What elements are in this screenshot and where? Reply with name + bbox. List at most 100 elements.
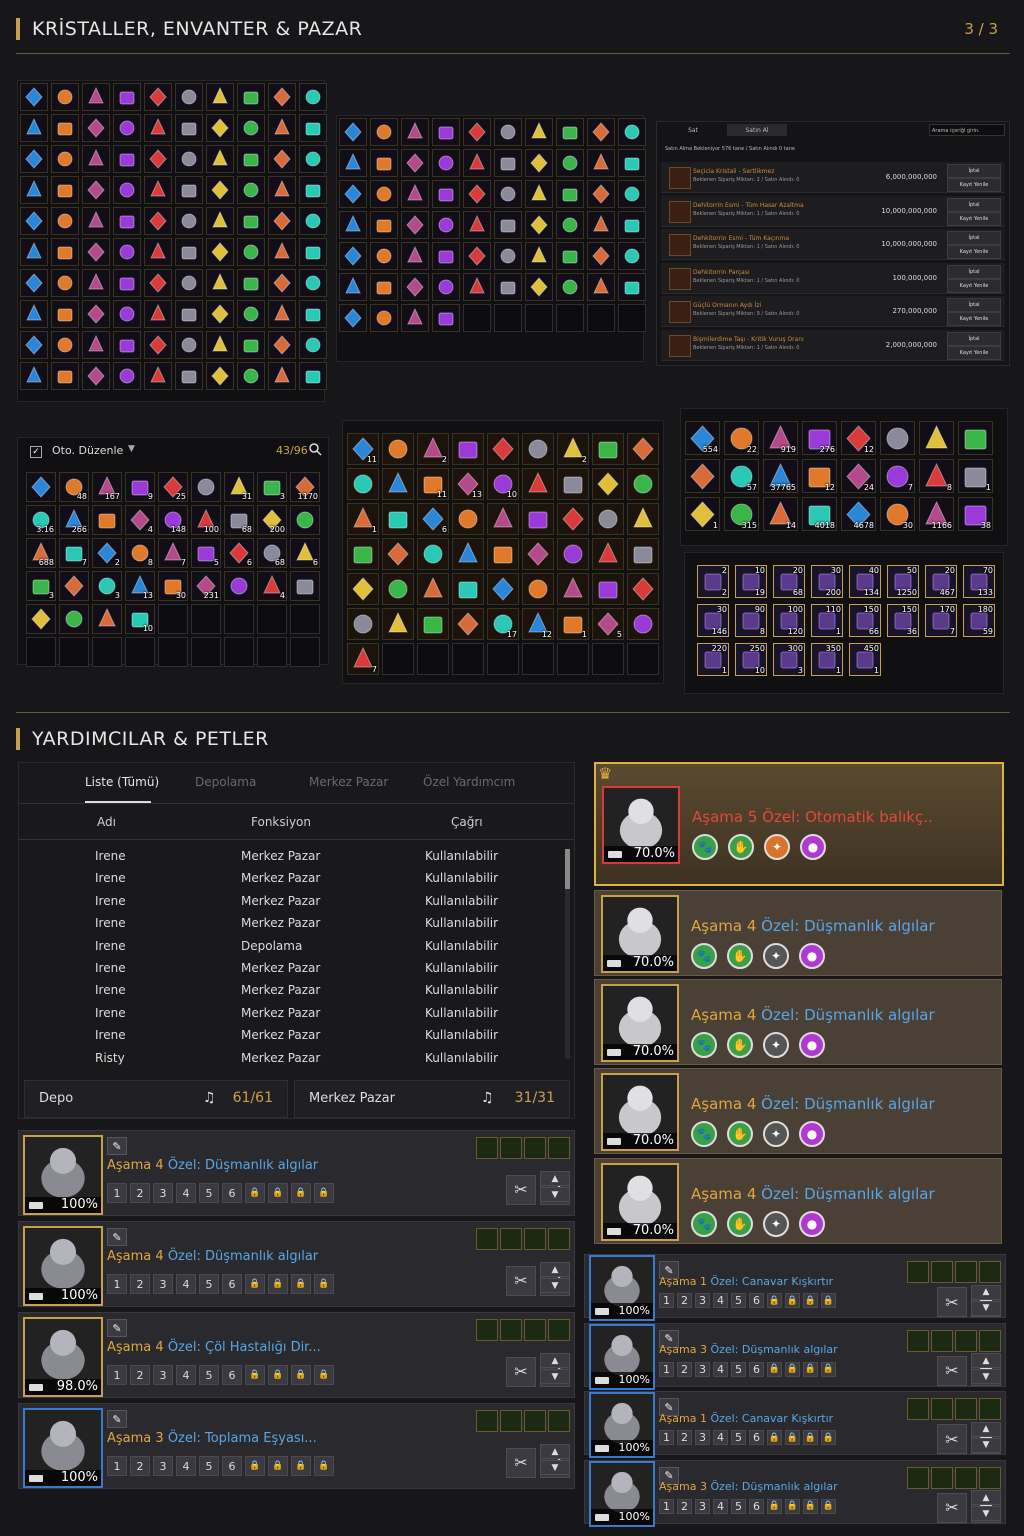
material-slot[interactable]: 22	[724, 421, 759, 455]
crystal-slot[interactable]	[268, 269, 296, 297]
pet-card[interactable]: 70.0% Aşama 4 Özel: Düşmanlık algılar 🐾 …	[594, 1158, 1002, 1244]
crystal-slot[interactable]	[51, 269, 79, 297]
crystal-slot[interactable]	[268, 114, 296, 142]
crystal-slot[interactable]	[113, 145, 141, 173]
crystal-slot[interactable]	[237, 83, 265, 111]
crystal-slot[interactable]	[370, 118, 398, 146]
crystal-slot[interactable]	[175, 83, 203, 111]
crystal-slot[interactable]	[237, 331, 265, 359]
pet-row[interactable]: 100% ✎ Aşama 1 Özel: Canavar Kışkırtır 1…	[584, 1254, 1006, 1321]
rename-pencil-icon[interactable]: ✎	[107, 1410, 127, 1428]
inventory-slot[interactable]: 148	[158, 505, 188, 535]
crystal-slot[interactable]	[268, 331, 296, 359]
crystal-slot[interactable]	[113, 114, 141, 142]
crystal-slot[interactable]	[206, 269, 234, 297]
chevron-down-icon[interactable]: ▼	[128, 444, 135, 454]
auto-sort-label[interactable]: Oto. Düzenle	[52, 444, 123, 457]
inventory-slot[interactable]: 3	[92, 571, 122, 601]
box-slot[interactable]: 11	[417, 468, 449, 500]
inventory-slot[interactable]: 68	[257, 538, 287, 568]
empty-slot[interactable]	[494, 304, 522, 332]
box-slot[interactable]	[452, 433, 484, 465]
material-slot[interactable]: 1	[958, 459, 993, 493]
inventory-slot[interactable]: 25	[158, 472, 188, 502]
crystal-slot[interactable]	[144, 114, 172, 142]
inventory-slot[interactable]: 7	[59, 538, 89, 568]
material-slot[interactable]	[919, 421, 954, 455]
crystal-slot[interactable]	[268, 238, 296, 266]
box-slot[interactable]	[487, 433, 519, 465]
inventory-slot[interactable]	[26, 472, 56, 502]
box-slot[interactable]: 5	[592, 608, 624, 640]
empty-slot[interactable]	[382, 643, 414, 675]
crystal-slot[interactable]	[113, 176, 141, 204]
seal-slot[interactable]: 450 1	[849, 643, 881, 676]
inventory-slot[interactable]: 5	[191, 538, 221, 568]
cancel-button[interactable]: İptal	[947, 264, 1001, 279]
box-slot[interactable]	[382, 468, 414, 500]
move-up-button[interactable]: ▲	[540, 1444, 570, 1460]
material-slot[interactable]: 12	[841, 421, 876, 455]
box-slot[interactable]: 7	[347, 643, 379, 675]
cancel-button[interactable]: İptal	[947, 164, 1001, 178]
material-slot[interactable]: 38	[958, 497, 993, 531]
crystal-slot[interactable]	[299, 114, 327, 142]
inventory-slot[interactable]	[92, 604, 122, 634]
empty-slot[interactable]	[587, 304, 615, 332]
inventory-slot[interactable]: 10	[125, 604, 155, 634]
crystal-slot[interactable]	[618, 149, 646, 177]
tab-sell[interactable]: Sat	[665, 124, 721, 136]
box-slot[interactable]	[417, 608, 449, 640]
pet-portrait[interactable]: 70.0%	[601, 1073, 679, 1151]
box-slot[interactable]	[347, 608, 379, 640]
crystal-slot[interactable]	[113, 362, 141, 390]
crystal-slot[interactable]	[113, 207, 141, 235]
inventory-slot[interactable]: 68	[224, 505, 254, 535]
crystal-slot[interactable]	[144, 331, 172, 359]
crystal-slot[interactable]	[339, 242, 367, 270]
crystal-slot[interactable]	[618, 118, 646, 146]
box-slot[interactable]	[417, 538, 449, 570]
crystal-slot[interactable]	[432, 273, 460, 301]
box-slot[interactable]	[452, 538, 484, 570]
box-slot[interactable]	[452, 573, 484, 605]
crystal-slot[interactable]	[432, 211, 460, 239]
pet-row[interactable]: 100% ✎ Aşama 1 Özel: Canavar Kışkırtır 1…	[584, 1391, 1006, 1458]
crystal-slot[interactable]	[618, 273, 646, 301]
crystal-slot[interactable]	[463, 149, 491, 177]
crystal-slot[interactable]	[370, 211, 398, 239]
crystal-slot[interactable]	[494, 242, 522, 270]
pet-row[interactable]: 100% ✎ Aşama 4 Özel: Düşmanlık algılar 1…	[18, 1221, 575, 1307]
move-down-button[interactable]: ▼	[540, 1278, 570, 1294]
inventory-slot[interactable]: 31	[224, 472, 254, 502]
pet-portrait[interactable]: 70.0%	[601, 1163, 679, 1241]
crystal-slot[interactable]	[587, 211, 615, 239]
move-down-button[interactable]: ▼	[971, 1506, 1001, 1522]
inventory-slot[interactable]: 9	[125, 472, 155, 502]
cancel-button[interactable]: İptal	[947, 197, 1001, 212]
inventory-slot[interactable]: 231	[191, 571, 221, 601]
box-slot[interactable]	[592, 538, 624, 570]
search-icon[interactable]	[308, 442, 322, 459]
pet-portrait[interactable]: 100%	[23, 1135, 103, 1215]
crystal-slot[interactable]	[618, 180, 646, 208]
move-up-button[interactable]: ▲	[540, 1171, 570, 1187]
box-slot[interactable]	[522, 503, 554, 535]
empty-slot[interactable]	[556, 304, 584, 332]
crystal-slot[interactable]	[401, 180, 429, 208]
crystal-slot[interactable]	[268, 300, 296, 328]
crystal-slot[interactable]	[401, 211, 429, 239]
crystal-slot[interactable]	[144, 207, 172, 235]
crystal-slot[interactable]	[113, 269, 141, 297]
crystal-slot[interactable]	[175, 145, 203, 173]
tab-storage[interactable]: Depolama	[195, 775, 256, 789]
crystal-slot[interactable]	[587, 118, 615, 146]
crystal-slot[interactable]	[82, 269, 110, 297]
crystal-slot[interactable]	[144, 362, 172, 390]
crystal-slot[interactable]	[51, 114, 79, 142]
rename-pencil-icon[interactable]: ✎	[107, 1228, 127, 1246]
crystal-slot[interactable]	[175, 300, 203, 328]
crystal-slot[interactable]	[206, 176, 234, 204]
crystal-slot[interactable]	[463, 211, 491, 239]
pet-row[interactable]: 100% ✎ Aşama 3 Özel: Düşmanlık algılar 1…	[584, 1322, 1006, 1390]
